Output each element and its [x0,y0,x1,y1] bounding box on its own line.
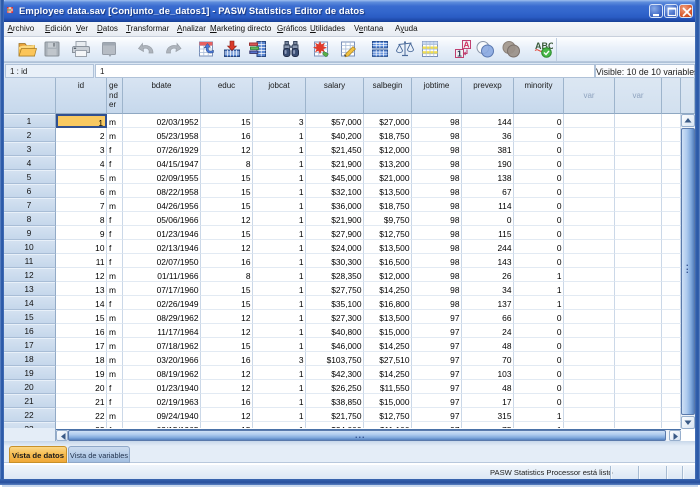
svg-text:A: A [463,39,469,49]
svg-text:1: 1 [457,48,462,58]
